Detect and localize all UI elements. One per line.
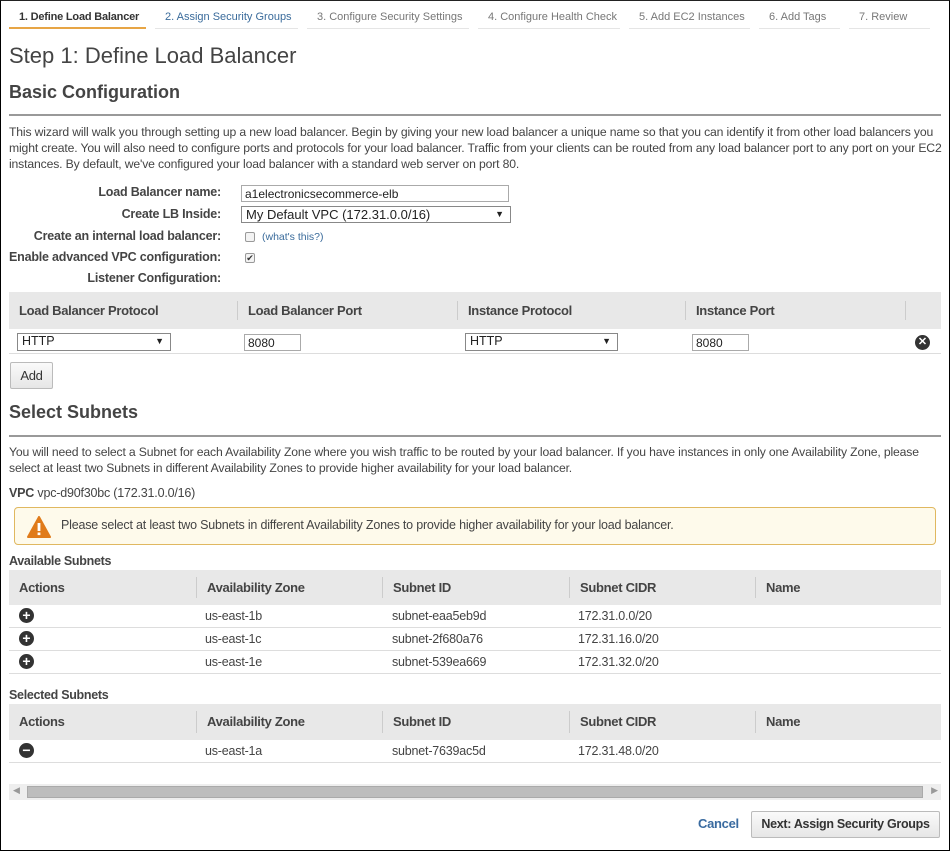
create-lb-inside-label: Create LB Inside: <box>121 207 222 221</box>
basic-configuration-heading: Basic Configuration <box>9 82 181 102</box>
availability-zone: us-east-1b <box>205 609 263 623</box>
vpc-select[interactable]: My Default VPC (172.31.0.0/16) ▼ <box>241 206 511 223</box>
warning-triangle-icon <box>27 516 51 538</box>
column-header: Name <box>755 711 941 733</box>
caret-down-icon: ▼ <box>495 209 504 219</box>
whats-this-link[interactable]: (what's this?) <box>262 231 324 243</box>
advanced-vpc-checkbox[interactable]: ✔ <box>245 253 255 263</box>
availability-zone: us-east-1c <box>205 632 262 646</box>
plus-circle-icon[interactable]: + <box>19 608 34 623</box>
cancel-link[interactable]: Cancel <box>698 816 739 831</box>
column-header: Actions <box>19 714 65 729</box>
availability-zone: us-east-1e <box>205 655 263 669</box>
tab-configure-health-check[interactable]: 4. Configure Health Check <box>478 1 620 29</box>
x-circle-icon[interactable]: ✕ <box>915 335 930 350</box>
column-header: Load Balancer Port <box>237 301 457 320</box>
available-subnet-row: + us-east-1c subnet-2f680a76 172.31.16.0… <box>9 628 941 651</box>
caret-down-icon: ▼ <box>155 336 164 346</box>
checkmark-icon: ✔ <box>246 253 254 263</box>
internal-load-balancer-label: Create an internal load balancer: <box>33 229 221 243</box>
instance-protocol-select[interactable]: HTTP ▼ <box>465 333 618 351</box>
listener-table-header: Load Balancer Protocol Load Balancer Por… <box>9 292 941 329</box>
listener-table: Load Balancer Protocol Load Balancer Por… <box>9 292 941 354</box>
advanced-vpc-label: Enable advanced VPC configuration: <box>9 250 221 264</box>
available-subnets-table: Actions Availability Zone Subnet ID Subn… <box>9 570 941 675</box>
lb-protocol-select[interactable]: HTTP ▼ <box>17 333 171 351</box>
column-header: Name <box>755 577 941 598</box>
subnet-cidr: 172.31.0.0/20 <box>578 609 652 623</box>
instance-protocol-value: HTTP <box>470 334 503 348</box>
wizard-tabs: 1. Define Load Balancer 2. Assign Securi… <box>9 1 939 31</box>
subnet-id: subnet-7639ac5d <box>392 744 486 758</box>
scroll-left-arrow-icon[interactable]: ◀ <box>13 785 20 796</box>
tab-configure-security-settings[interactable]: 3. Configure Security Settings <box>307 1 469 29</box>
horizontal-scrollbar[interactable]: ◀ ▶ <box>9 784 941 800</box>
caret-down-icon: ▼ <box>602 336 611 346</box>
column-header: Subnet CIDR <box>569 711 755 733</box>
column-header: Subnet ID <box>382 711 569 733</box>
scroll-right-arrow-icon[interactable]: ▶ <box>931 785 938 796</box>
vpc-value: vpc-d90f30bc (172.31.0.0/16) <box>37 486 196 500</box>
lb-port-input[interactable] <box>244 334 301 351</box>
tab-add-tags[interactable]: 6. Add Tags <box>759 1 840 29</box>
plus-circle-icon[interactable]: + <box>19 654 34 669</box>
available-subnets-header: Actions Availability Zone Subnet ID Subn… <box>9 570 941 605</box>
basic-configuration-description: This wizard will walk you through settin… <box>9 125 942 171</box>
availability-zone: us-east-1a <box>205 744 263 758</box>
column-header: Subnet CIDR <box>569 577 755 598</box>
tab-review[interactable]: 7. Review <box>849 1 930 29</box>
select-subnets-description: You will need to select a Subnet for eac… <box>9 445 919 475</box>
load-balancer-name-label: Load Balancer name: <box>98 185 221 199</box>
subnet-cidr: 172.31.48.0/20 <box>578 744 659 758</box>
lb-protocol-value: HTTP <box>22 334 55 348</box>
scrollbar-thumb[interactable] <box>27 786 923 798</box>
column-header: Load Balancer Protocol <box>19 303 159 318</box>
elb-wizard-page: 1. Define Load Balancer 2. Assign Securi… <box>0 0 950 851</box>
subnet-id: subnet-eaa5eb9d <box>392 609 487 623</box>
instance-port-input[interactable] <box>692 334 749 351</box>
subnet-cidr: 172.31.16.0/20 <box>578 632 659 646</box>
column-header: Instance Protocol <box>457 301 685 320</box>
internal-load-balancer-checkbox[interactable] <box>245 232 255 242</box>
plus-circle-icon[interactable]: + <box>19 631 34 646</box>
tab-define-load-balancer[interactable]: 1. Define Load Balancer <box>9 1 146 29</box>
selected-subnets-header: Actions Availability Zone Subnet ID Subn… <box>9 704 941 740</box>
tab-assign-security-groups[interactable]: 2. Assign Security Groups <box>155 1 298 29</box>
divider <box>9 435 941 437</box>
subnet-id: subnet-2f680a76 <box>392 632 483 646</box>
selected-subnet-row: − us-east-1a subnet-7639ac5d 172.31.48.0… <box>9 740 941 763</box>
page-title: Step 1: Define Load Balancer <box>9 43 297 68</box>
next-assign-security-groups-button[interactable]: Next: Assign Security Groups <box>751 811 940 838</box>
tab-add-ec2-instances[interactable]: 5. Add EC2 Instances <box>629 1 750 29</box>
load-balancer-name-input[interactable] <box>241 185 509 202</box>
warning-text: Please select at least two Subnets in di… <box>61 518 674 532</box>
listener-configuration-label: Listener Configuration: <box>87 271 221 285</box>
subnet-cidr: 172.31.32.0/20 <box>578 655 659 669</box>
column-header: Instance Port <box>685 301 905 320</box>
selected-subnets-title: Selected Subnets <box>9 688 109 702</box>
column-header: Availability Zone <box>196 711 382 733</box>
vpc-select-value: My Default VPC (172.31.0.0/16) <box>246 207 431 222</box>
select-subnets-heading: Select Subnets <box>9 402 139 422</box>
available-subnets-title: Available Subnets <box>9 554 112 568</box>
subnet-id: subnet-539ea669 <box>392 655 487 669</box>
column-header: Subnet ID <box>382 577 569 598</box>
add-listener-button[interactable]: Add <box>10 362 53 389</box>
subnet-warning-alert: Please select at least two Subnets in di… <box>14 507 936 545</box>
available-subnet-row: + us-east-1e subnet-539ea669 172.31.32.0… <box>9 651 941 674</box>
column-header: Availability Zone <box>196 577 382 598</box>
selected-subnets-table: Actions Availability Zone Subnet ID Subn… <box>9 704 941 764</box>
vpc-info: VPC vpc-d90f30bc (172.31.0.0/16) <box>9 486 195 500</box>
column-header: Actions <box>19 580 65 595</box>
listener-row: HTTP ▼ HTTP ▼ ✕ <box>9 329 941 354</box>
available-subnet-row: + us-east-1b subnet-eaa5eb9d 172.31.0.0/… <box>9 605 941 628</box>
divider <box>9 114 941 116</box>
minus-circle-icon[interactable]: − <box>19 743 34 758</box>
column-header-empty <box>905 301 941 320</box>
vpc-label: VPC <box>9 486 35 500</box>
